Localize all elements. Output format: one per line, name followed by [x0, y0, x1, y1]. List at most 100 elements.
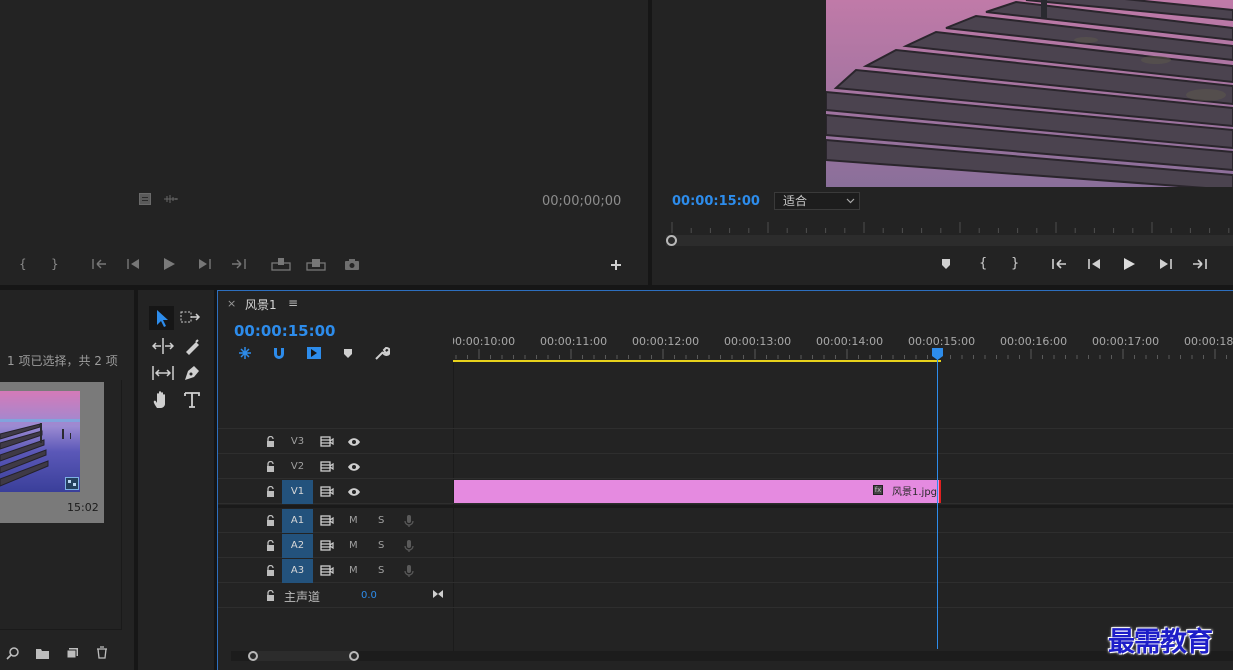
sync-lock-icon[interactable] [320, 486, 334, 500]
play-icon[interactable] [162, 257, 176, 271]
track-name[interactable]: V2 [282, 455, 313, 479]
step-forward-icon[interactable] [1158, 258, 1172, 270]
track-name[interactable]: V3 [282, 430, 313, 454]
zoom-handle-left[interactable] [248, 651, 258, 661]
mark-out-icon[interactable]: } [51, 258, 59, 270]
mark-in-icon[interactable]: { [19, 258, 27, 270]
lock-icon[interactable] [266, 460, 275, 475]
track-row-a1: A1 M S [218, 509, 1233, 533]
microphone-icon[interactable] [404, 564, 414, 581]
go-to-edit-point-icon[interactable] [432, 589, 444, 602]
mark-out-icon[interactable]: } [1011, 257, 1019, 270]
master-volume-value[interactable]: 0.0 [361, 590, 377, 601]
mute-button[interactable]: M [349, 534, 358, 558]
camera-icon[interactable] [344, 258, 360, 270]
new-bin-icon[interactable] [35, 647, 50, 659]
go-to-out-icon[interactable] [1191, 258, 1207, 270]
add-marker-icon[interactable] [940, 258, 952, 270]
razor-tool[interactable] [183, 337, 201, 355]
linked-selection-icon[interactable] [306, 346, 322, 360]
ruler-label: 00:00:10:00 [453, 335, 516, 348]
ripple-edit-tool[interactable] [152, 337, 174, 355]
ruler-label: 00:00:16:00 [1000, 335, 1068, 348]
solo-button[interactable]: S [378, 509, 384, 533]
program-playhead-handle[interactable] [666, 235, 677, 246]
zoom-scroll-handle[interactable] [248, 651, 356, 661]
timeline-timecode[interactable]: 00:00:15:00 [234, 322, 336, 340]
track-row-master: 主声道 0.0 [218, 584, 1233, 608]
solo-button[interactable]: S [378, 534, 384, 558]
track-header-v2: V2 [218, 455, 453, 479]
sync-lock-icon[interactable] [320, 461, 334, 475]
solo-button[interactable]: S [378, 559, 384, 583]
trash-icon[interactable] [96, 646, 108, 659]
go-to-in-icon[interactable] [1052, 258, 1068, 270]
step-back-icon[interactable] [1088, 258, 1102, 270]
type-tool[interactable] [183, 391, 201, 409]
eye-icon[interactable] [347, 462, 361, 475]
lock-icon[interactable] [266, 514, 275, 529]
lock-icon[interactable] [266, 485, 275, 500]
slip-tool[interactable] [151, 364, 175, 382]
work-area-bar[interactable] [453, 360, 941, 362]
program-timecode[interactable]: 00:00:15:00 [672, 194, 760, 209]
sequence-tab[interactable]: 风景1 [245, 296, 277, 313]
program-ruler[interactable] [666, 220, 1233, 234]
new-item-icon[interactable] [66, 647, 79, 659]
overwrite-icon[interactable] [306, 257, 326, 271]
ruler-label: 00:00:17:00 [1092, 335, 1160, 348]
sync-lock-icon[interactable] [320, 515, 334, 529]
microphone-icon[interactable] [404, 539, 414, 556]
pen-tool[interactable] [183, 364, 201, 382]
mute-button[interactable]: M [349, 559, 358, 583]
lock-icon[interactable] [266, 539, 275, 554]
add-button-icon[interactable] [609, 258, 623, 272]
step-forward-icon[interactable] [197, 258, 211, 270]
tab-menu-icon[interactable]: ≡ [288, 296, 298, 310]
zoom-select[interactable]: 适合 [774, 192, 860, 210]
mute-button[interactable]: M [349, 509, 358, 533]
go-to-in-icon[interactable] [92, 258, 108, 270]
track-row-v3: V3 [218, 430, 1233, 454]
drag-audio-icon[interactable] [163, 193, 179, 205]
track-target-a1[interactable]: A1 [282, 509, 313, 533]
track-select-forward-tool[interactable] [180, 309, 202, 327]
wrench-icon[interactable] [374, 346, 390, 361]
eye-icon[interactable] [347, 437, 361, 450]
hand-tool[interactable] [152, 390, 172, 410]
add-marker-icon[interactable] [343, 348, 353, 359]
nest-sequence-icon[interactable] [237, 346, 253, 360]
snap-icon[interactable] [272, 346, 286, 360]
play-icon[interactable] [1122, 257, 1136, 271]
insert-icon[interactable] [271, 257, 291, 271]
step-back-icon[interactable] [127, 258, 141, 270]
track-target-v1[interactable]: V1 [282, 480, 313, 504]
project-panel: 1 项已选择，共 2 项 15:02 [0, 290, 134, 670]
lock-icon[interactable] [266, 589, 275, 604]
tab-close-icon[interactable]: × [227, 297, 236, 310]
ruler-labels: 00:00:10:00 00:00:11:00 00:00:12:00 00:00:1… [453, 291, 1233, 361]
selection-tool[interactable] [149, 306, 174, 330]
mark-in-icon[interactable]: { [979, 257, 987, 270]
program-scrub-bar[interactable] [666, 235, 1233, 246]
program-monitor: 00:00:15:00 适合 { } [652, 0, 1233, 285]
sync-lock-icon[interactable] [320, 436, 334, 450]
go-to-out-icon[interactable] [230, 258, 246, 270]
sync-lock-icon[interactable] [320, 565, 334, 579]
timeline-clip[interactable]: fx 风景1.jpg [454, 480, 941, 503]
track-target-a2[interactable]: A2 [282, 534, 313, 558]
zoom-handle-right[interactable] [349, 651, 359, 661]
lock-icon[interactable] [266, 564, 275, 579]
microphone-icon[interactable] [404, 514, 414, 531]
track-header-master: 主声道 0.0 [218, 584, 453, 608]
lock-icon[interactable] [266, 435, 275, 450]
sync-lock-icon[interactable] [320, 540, 334, 554]
eye-icon[interactable] [347, 487, 361, 500]
search-icon[interactable] [6, 646, 20, 660]
source-timecode[interactable]: 00;00;00;00 [542, 194, 621, 209]
track-header-a1: A1 M S [218, 509, 453, 533]
drag-video-icon[interactable] [139, 193, 151, 205]
project-item-card[interactable]: 15:02 [0, 382, 104, 523]
track-target-a3[interactable]: A3 [282, 559, 313, 583]
horizontal-scrollbar[interactable] [231, 651, 1233, 661]
